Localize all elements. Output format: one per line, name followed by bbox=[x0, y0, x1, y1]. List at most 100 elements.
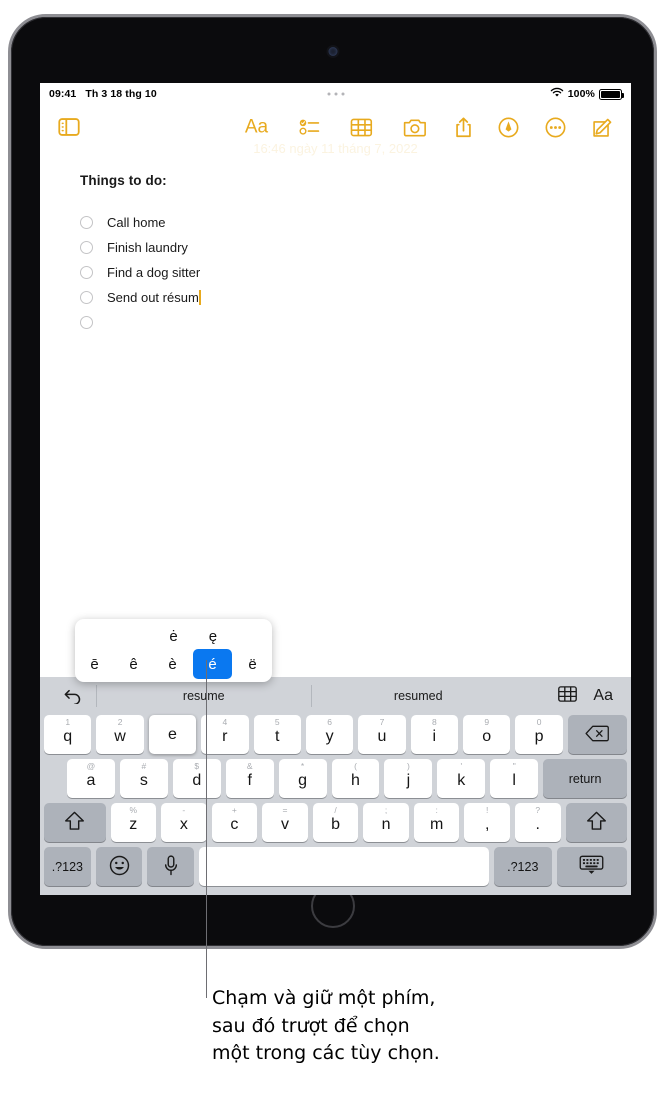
checkbox-circle-icon[interactable] bbox=[80, 216, 93, 229]
hide-keyboard-key[interactable] bbox=[556, 847, 627, 886]
checklist-item-empty[interactable] bbox=[80, 310, 591, 335]
accent-popup-top-row: ė ę bbox=[75, 623, 272, 649]
notes-toolbar: 16:46 ngày 11 tháng 7, 2022 Aa bbox=[40, 105, 631, 156]
status-bar-left: 09:41 Th 3 18 thg 10 bbox=[49, 88, 157, 100]
key-q[interactable]: 1 q bbox=[44, 715, 92, 754]
key-label: k bbox=[457, 772, 466, 789]
key-e-pressed[interactable]: e bbox=[148, 715, 197, 754]
key-n[interactable]: ; n bbox=[363, 803, 409, 842]
format-aa-button[interactable]: Aa bbox=[593, 687, 613, 705]
keyboard-row-2: @ a # s $ d & f * g (h) j ' k " l retu… bbox=[44, 759, 627, 798]
key-b[interactable]: / b bbox=[312, 803, 359, 842]
suggestion-1[interactable]: resume bbox=[97, 689, 311, 703]
undo-icon[interactable] bbox=[50, 688, 96, 704]
text-cursor bbox=[198, 290, 201, 305]
note-content[interactable]: Things to do: Call home Finish laundry F… bbox=[40, 149, 631, 335]
key-l[interactable]: " l bbox=[490, 759, 539, 798]
multitasking-dots-icon[interactable] bbox=[327, 92, 344, 96]
key-w[interactable]: 2 w bbox=[96, 715, 144, 754]
key-d[interactable]: $ d bbox=[172, 759, 221, 798]
accent-option-e-acute-selected[interactable]: é bbox=[193, 649, 232, 679]
key-secondary-label: ! bbox=[486, 805, 489, 815]
key-a[interactable]: @ a bbox=[67, 759, 115, 798]
emoji-key[interactable] bbox=[95, 847, 143, 886]
checklist-icon[interactable] bbox=[299, 119, 320, 136]
table-icon[interactable] bbox=[558, 685, 578, 707]
key-m[interactable]: : m bbox=[413, 803, 460, 842]
key-t[interactable]: 5 t bbox=[253, 715, 301, 754]
key-label: d bbox=[192, 772, 202, 789]
key-label: f bbox=[247, 772, 252, 789]
key-label: e bbox=[167, 725, 177, 743]
accent-option-e-dot[interactable]: ė bbox=[154, 623, 193, 649]
key-y[interactable]: 6 y bbox=[305, 715, 354, 754]
checkbox-circle-icon[interactable] bbox=[80, 266, 93, 279]
key-k[interactable]: ' k bbox=[437, 759, 486, 798]
accent-option-e-circumflex[interactable]: ê bbox=[114, 649, 153, 679]
sidebar-toggle-icon[interactable] bbox=[58, 118, 80, 136]
key-i[interactable]: 8 i bbox=[410, 715, 458, 754]
numbers-key-label: .?123 bbox=[51, 859, 83, 874]
key-c[interactable]: + c bbox=[211, 803, 258, 842]
delete-key[interactable] bbox=[567, 715, 627, 754]
key-label: n bbox=[381, 816, 391, 833]
key-z[interactable]: % z bbox=[110, 803, 157, 842]
numbers-key-left[interactable]: .?123 bbox=[44, 847, 91, 886]
shift-key-left[interactable] bbox=[44, 803, 106, 842]
key-secondary-label: : bbox=[435, 805, 438, 815]
table-icon[interactable] bbox=[350, 118, 372, 136]
spacebar[interactable] bbox=[199, 847, 489, 886]
key-p[interactable]: 0 p bbox=[515, 715, 563, 754]
accent-option-e-macron[interactable]: ē bbox=[75, 649, 114, 679]
accent-option-e-diaeresis[interactable]: ë bbox=[233, 649, 272, 679]
checklist-item[interactable]: Call home bbox=[80, 210, 591, 235]
dictation-key[interactable] bbox=[147, 847, 195, 886]
keyboard-row-1: 1 q 2 w e 4 r 5 t 6 y 7 u 8 i 9 o 0 p bbox=[44, 715, 627, 754]
key-comma[interactable]: ! , bbox=[464, 803, 510, 842]
more-options-icon[interactable] bbox=[545, 117, 566, 138]
ipad-screen: 09:41 Th 3 18 thg 10 100% 16:46 ngày 11 … bbox=[40, 83, 631, 895]
key-f[interactable]: & f bbox=[225, 759, 274, 798]
key-v[interactable]: = v bbox=[262, 803, 308, 842]
checklist-item[interactable]: Finish laundry bbox=[80, 235, 591, 260]
key-j[interactable]: ) j bbox=[384, 759, 433, 798]
key-label: q bbox=[63, 728, 73, 745]
markup-pen-icon[interactable] bbox=[498, 117, 519, 138]
key-period[interactable]: ? . bbox=[515, 803, 561, 842]
suggestion-2[interactable]: resumed bbox=[312, 689, 526, 703]
shift-key-right[interactable] bbox=[565, 803, 628, 842]
key-label: r bbox=[222, 728, 228, 745]
accent-option-e-grave[interactable]: è bbox=[153, 649, 192, 679]
predictive-right-group: Aa bbox=[525, 685, 621, 707]
key-label: . bbox=[535, 816, 540, 833]
checklist-item-editing[interactable]: Send out résum bbox=[80, 285, 591, 310]
checkbox-circle-icon[interactable] bbox=[80, 291, 93, 304]
compose-icon[interactable] bbox=[592, 117, 613, 138]
key-g[interactable]: * g bbox=[278, 759, 327, 798]
key-h[interactable]: ( h bbox=[331, 759, 380, 798]
camera-icon[interactable] bbox=[403, 118, 426, 137]
accent-character-popup[interactable]: ė ę ē ê è é ë bbox=[75, 619, 272, 682]
format-aa-button[interactable]: Aa bbox=[245, 118, 268, 137]
key-secondary-label: ) bbox=[406, 761, 410, 771]
share-icon[interactable] bbox=[455, 116, 472, 138]
key-o[interactable]: 9 o bbox=[463, 715, 511, 754]
ipad-device-frame: 09:41 Th 3 18 thg 10 100% 16:46 ngày 11 … bbox=[8, 14, 657, 949]
status-time: 09:41 bbox=[49, 88, 77, 100]
hide-keyboard-icon bbox=[579, 855, 604, 878]
accent-option-e-ogonek[interactable]: ę bbox=[193, 623, 232, 649]
key-x[interactable]: - x bbox=[161, 803, 207, 842]
checkbox-circle-icon[interactable] bbox=[80, 241, 93, 254]
key-s[interactable]: # s bbox=[119, 759, 168, 798]
checklist-item[interactable]: Find a dog sitter bbox=[80, 260, 591, 285]
key-r[interactable]: 4 r bbox=[201, 715, 249, 754]
instruction-caption: Chạm và giữ một phím, sau đó trượt để ch… bbox=[212, 985, 440, 1068]
key-label: p bbox=[534, 728, 544, 745]
key-secondary-label: 6 bbox=[327, 717, 332, 727]
key-u[interactable]: 7 u bbox=[358, 715, 406, 754]
numbers-key-right[interactable]: .?123 bbox=[493, 847, 552, 886]
return-key[interactable]: return bbox=[543, 759, 627, 798]
key-label: b bbox=[331, 816, 340, 833]
key-secondary-label: + bbox=[231, 805, 237, 815]
checkbox-circle-icon[interactable] bbox=[80, 316, 93, 329]
